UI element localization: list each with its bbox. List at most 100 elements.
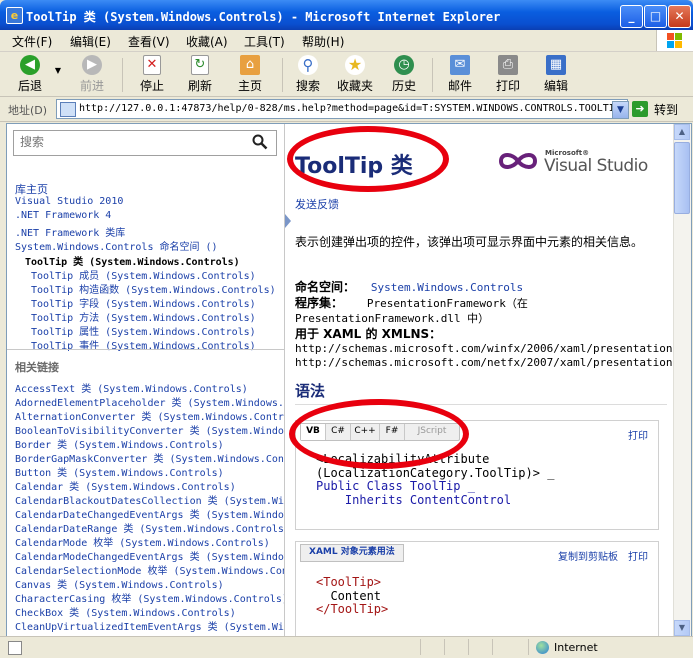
related-link[interactable]: CalendarModeChangedEventArgs 类 (System.W… <box>15 548 284 563</box>
namespace-label: 命名空间： <box>295 280 356 294</box>
code-line: <ToolTip> <box>316 575 382 589</box>
back-button[interactable]: ◀ 后退 <box>10 55 50 93</box>
home-label: 主页 <box>237 79 262 93</box>
home-button[interactable]: ⌂ 主页 <box>230 55 270 93</box>
related-link[interactable]: CalendarDateRange 类 (System.Windows.Cont… <box>15 520 284 535</box>
scroll-thumb[interactable] <box>674 142 690 214</box>
related-link[interactable]: AlternationConverter 类 (System.Windows.C… <box>15 408 284 423</box>
forward-label: 前进 <box>79 79 104 93</box>
status-divider <box>468 639 469 655</box>
print-button[interactable]: ⎙ 打印 <box>488 55 528 93</box>
stop-icon: ✕ <box>143 55 161 75</box>
xmlns-url: http://schemas.microsoft.com/winfx/2006/… <box>295 342 673 355</box>
title-bar[interactable]: e ToolTip 类 (System.Windows.Controls) - … <box>0 0 693 30</box>
toc-member-item[interactable]: ToolTip 方法 (System.Windows.Controls) <box>31 309 256 324</box>
code-line: </ToolTip> <box>316 602 389 616</box>
related-link[interactable]: Border 类 (System.Windows.Controls) <box>15 436 224 451</box>
related-link[interactable]: CalendarMode 枚举 (System.Windows.Controls… <box>15 534 270 549</box>
maximize-button[interactable]: □ <box>644 5 667 28</box>
related-links-heading: 相关链接 <box>15 361 59 374</box>
menu-favorites[interactable]: 收藏(A) <box>186 33 228 50</box>
menu-tools[interactable]: 工具(T) <box>244 33 285 50</box>
xaml-usage-tab[interactable]: XAML 对象元素用法 <box>300 544 404 562</box>
toc-member-item[interactable]: ToolTip 字段 (System.Windows.Controls) <box>31 295 256 310</box>
code-line: Inherits ContentControl <box>316 492 512 507</box>
refresh-label: 刷新 <box>187 79 212 93</box>
related-link[interactable]: CalendarBlackoutDatesCollection 类 (Syste… <box>15 492 284 507</box>
search-icon[interactable] <box>252 134 268 154</box>
refresh-button[interactable]: ↻ 刷新 <box>180 55 220 93</box>
history-button[interactable]: ◷ 历史 <box>384 55 424 93</box>
scroll-up-icon[interactable]: ▲ <box>674 124 690 140</box>
status-divider <box>444 639 445 655</box>
print-link[interactable]: 打印 <box>628 548 648 563</box>
go-label: 转到 <box>654 103 679 117</box>
logo-visual-studio: Visual Studio <box>544 156 648 176</box>
search-label: 搜索 <box>295 79 320 93</box>
breadcrumb-class-library[interactable]: .NET Framework 类库 <box>15 224 125 239</box>
forward-button[interactable]: ▶ 前进 <box>72 55 112 93</box>
menu-view[interactable]: 查看(V) <box>128 33 170 50</box>
mail-button[interactable]: ✉ 邮件 <box>440 55 480 93</box>
toc-member-item[interactable]: ToolTip 成员 (System.Windows.Controls) <box>31 267 256 282</box>
infinity-logo-icon <box>498 153 538 169</box>
star-icon: ★ <box>345 55 365 75</box>
print-link[interactable]: 打印 <box>628 427 648 442</box>
menu-bar: 文件(F) 编辑(E) 查看(V) 收藏(A) 工具(T) 帮助(H) <box>0 30 693 52</box>
related-link[interactable]: Calendar 类 (System.Windows.Controls) <box>15 478 236 493</box>
edit-icon: ▦ <box>546 55 566 75</box>
related-link[interactable]: BorderGapMaskConverter 类 (System.Windows… <box>15 450 284 465</box>
address-dropdown-icon[interactable]: ▼ <box>612 101 629 119</box>
breadcrumb-library-home[interactable]: 库主页 <box>15 181 48 197</box>
close-button[interactable]: ✕ <box>668 5 691 28</box>
breadcrumb-net-framework[interactable]: .NET Framework 4 <box>15 210 111 221</box>
toc-member-item[interactable]: ToolTip 属性 (System.Windows.Controls) <box>31 323 256 338</box>
copy-to-clipboard-link[interactable]: 复制到剪贴板 <box>558 548 618 563</box>
toolbar: ◀ 后退 ▼ ▶ 前进 ✕ 停止 ↻ 刷新 ⌂ 主页 ⚲ 搜索 ★ 收藏夹 ◷ … <box>0 52 693 97</box>
back-label: 后退 <box>17 79 42 93</box>
toc-member-item[interactable]: ToolTip 构造函数 (System.Windows.Controls) <box>31 281 276 296</box>
search-input[interactable] <box>18 134 242 150</box>
search-button[interactable]: ⚲ 搜索 <box>288 55 328 93</box>
refresh-icon: ↻ <box>191 55 209 75</box>
menu-file[interactable]: 文件(F) <box>12 33 52 50</box>
assembly-label: 程序集： <box>295 296 344 310</box>
related-link[interactable]: Canvas 类 (System.Windows.Controls) <box>15 576 224 591</box>
namespace-link[interactable]: System.Windows.Controls <box>371 281 523 294</box>
related-link[interactable]: AdornedElementPlaceholder 类 (System.Wind… <box>15 394 284 409</box>
search-box[interactable] <box>13 130 277 156</box>
address-label: 地址(D) <box>8 104 48 117</box>
breadcrumb-visual-studio[interactable]: Visual Studio 2010 <box>15 196 123 207</box>
xmlns-label: 用于 XAML 的 XMLNS： <box>295 327 442 341</box>
stop-button[interactable]: ✕ 停止 <box>132 55 172 93</box>
vertical-scrollbar[interactable]: ▲ ▼ <box>673 124 691 636</box>
related-link[interactable]: Button 类 (System.Windows.Controls) <box>15 464 224 479</box>
address-url: http://127.0.0.1:47873/help/0-828/ms.hel… <box>79 103 621 114</box>
go-arrow-icon: ➜ <box>632 101 648 117</box>
scroll-down-icon[interactable]: ▼ <box>674 620 690 636</box>
go-button[interactable]: ➜ 转到 <box>632 100 687 119</box>
code-line: Content <box>316 588 382 603</box>
minimize-button[interactable]: _ <box>620 5 643 28</box>
address-input[interactable]: http://127.0.0.1:47873/help/0-828/ms.hel… <box>56 99 628 119</box>
send-feedback-link[interactable]: 发送反馈 <box>295 196 339 212</box>
divider <box>7 349 284 350</box>
xmlns-url: http://schemas.microsoft.com/netfx/2007/… <box>295 356 673 369</box>
favorites-button[interactable]: ★ 收藏夹 <box>334 55 376 93</box>
menu-help[interactable]: 帮助(H) <box>302 33 344 50</box>
menu-edit[interactable]: 编辑(E) <box>70 33 111 50</box>
stop-label: 停止 <box>139 79 164 93</box>
toolbar-separator <box>432 58 433 92</box>
related-link[interactable]: CheckBox 类 (System.Windows.Controls) <box>15 604 236 619</box>
related-link[interactable]: CleanUpVirtualizedItemEventArgs 类 (Syste… <box>15 618 284 633</box>
edit-button[interactable]: ▦ 编辑 <box>536 55 576 93</box>
breadcrumb-namespace[interactable]: System.Windows.Controls 命名空间 () <box>15 238 218 253</box>
related-link[interactable]: BooleanToVisibilityConverter 类 (System.W… <box>15 422 284 437</box>
related-link[interactable]: CharacterCasing 枚举 (System.Windows.Contr… <box>15 590 284 605</box>
class-description: 表示创建弹出项的控件，该弹出项可显示界面中元素的相关信息。 <box>295 235 644 249</box>
related-link[interactable]: AccessText 类 (System.Windows.Controls) <box>15 380 248 395</box>
related-link[interactable]: CalendarSelectionMode 枚举 (System.Windows… <box>15 562 284 577</box>
back-arrow-icon: ◀ <box>20 55 40 75</box>
related-link[interactable]: CalendarDateChangedEventArgs 类 (System.W… <box>15 506 284 521</box>
toolbar-separator <box>122 58 123 92</box>
